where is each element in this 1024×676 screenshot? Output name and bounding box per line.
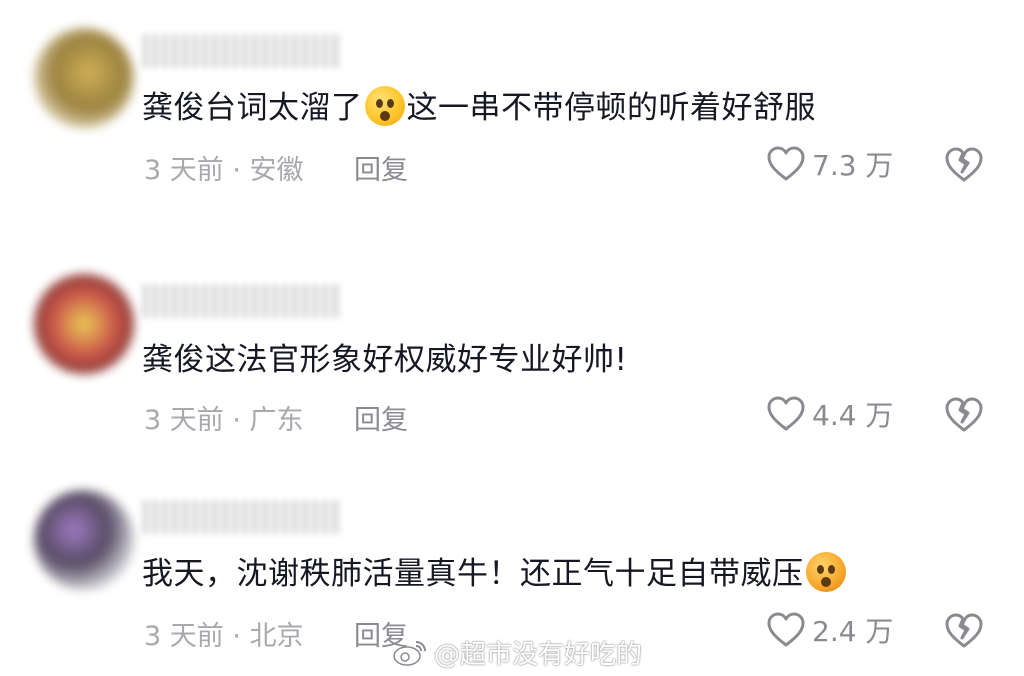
avatar[interactable]: [34, 490, 134, 590]
heart-icon: [766, 611, 806, 649]
comment-meta: 3 天前 · 广东: [144, 405, 304, 436]
dislike-broken-heart-icon[interactable]: [944, 612, 984, 650]
dislike-broken-heart-icon[interactable]: [944, 146, 984, 184]
comment-meta: 3 天前 · 安徽: [144, 155, 304, 186]
username-blurred[interactable]: [142, 500, 342, 534]
like-count: 7.3 万: [812, 149, 894, 182]
comment-meta: 3 天前 · 北京: [144, 621, 304, 652]
avatar[interactable]: [34, 274, 134, 374]
reply-button[interactable]: 回复: [354, 398, 408, 437]
username-blurred[interactable]: [142, 284, 342, 318]
comment-text: 我天，沈谢秩肺活量真牛！还正气十足自带威压: [142, 552, 848, 596]
like-button[interactable]: 2.4 万: [766, 610, 893, 650]
dislike-broken-heart-icon[interactable]: [944, 396, 984, 434]
like-button[interactable]: 7.3 万: [766, 144, 893, 184]
weibo-logo-icon: [392, 638, 428, 668]
angry-face-icon: [805, 552, 846, 592]
like-button[interactable]: 4.4 万: [766, 394, 893, 434]
like-count: 4.4 万: [812, 399, 894, 432]
comment-text: 龚俊这法官形象好权威好专业好帅!: [142, 342, 628, 378]
heart-icon: [766, 395, 806, 433]
surprised-face-icon: [364, 86, 405, 126]
username-blurred[interactable]: [142, 34, 342, 68]
watermark: @超市没有好吃的: [392, 634, 642, 671]
reply-button[interactable]: 回复: [354, 148, 408, 187]
avatar[interactable]: [34, 28, 134, 128]
like-count: 2.4 万: [812, 615, 894, 648]
heart-icon: [766, 145, 806, 183]
watermark-text: @超市没有好吃的: [434, 640, 643, 670]
comment-text: 龚俊台词太溜了 这一串不带停顿的听着好舒服: [142, 86, 816, 130]
